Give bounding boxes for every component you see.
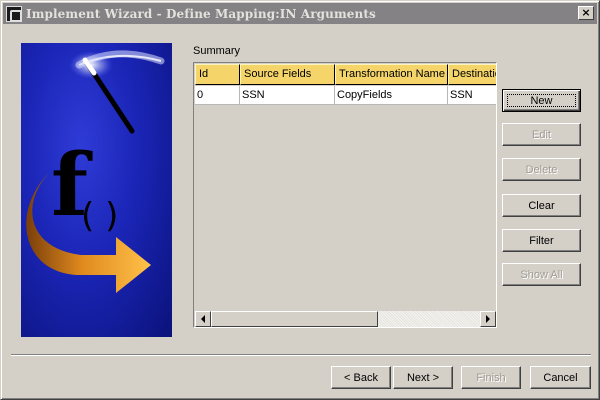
delete-button[interactable]: Delete <box>502 158 581 181</box>
footer-separator <box>11 354 591 356</box>
filter-button[interactable]: Filter <box>502 229 581 252</box>
next-button[interactable]: Next > <box>393 366 453 389</box>
column-header-destination[interactable]: Destination <box>448 64 496 85</box>
column-header-id[interactable]: Id <box>195 64 240 85</box>
scroll-right-button[interactable] <box>480 311 496 327</box>
arrow-right-icon <box>486 315 490 323</box>
clear-button[interactable]: Clear <box>502 194 581 217</box>
finish-button[interactable]: Finish <box>461 366 521 389</box>
new-button[interactable]: New <box>502 89 581 112</box>
wizard-graphic: f ( ) <box>21 43 172 337</box>
window-title: Implement Wizard - Define Mapping:IN Arg… <box>26 6 376 21</box>
horizontal-scrollbar[interactable] <box>195 311 496 327</box>
table-header-row: Id Source Fields Transformation Name Des… <box>195 64 496 85</box>
cell-destination: SSN <box>448 86 496 105</box>
cell-source-fields: SSN <box>240 86 335 105</box>
arrow-left-icon <box>201 315 205 323</box>
cancel-button[interactable]: Cancel <box>530 366 591 389</box>
function-graphic-icon: f ( ) <box>26 50 165 293</box>
title-bar[interactable]: Implement Wizard - Define Mapping:IN Arg… <box>3 3 597 24</box>
scroll-track[interactable] <box>378 311 480 327</box>
scroll-left-button[interactable] <box>195 311 211 327</box>
scroll-thumb[interactable] <box>211 311 378 327</box>
new-button-label: New <box>530 94 553 107</box>
summary-table: Id Source Fields Transformation Name Des… <box>193 62 497 328</box>
back-button[interactable]: < Back <box>331 366 391 389</box>
column-header-source-fields[interactable]: Source Fields <box>240 64 335 85</box>
function-parens: ( ) <box>81 196 118 236</box>
summary-label: Summary <box>193 45 241 57</box>
column-header-transformation-name[interactable]: Transformation Name <box>335 64 448 85</box>
app-icon <box>6 5 22 22</box>
close-button[interactable]: × <box>578 6 594 20</box>
show-all-button[interactable]: Show All <box>502 263 581 286</box>
table-viewport: Id Source Fields Transformation Name Des… <box>195 64 496 311</box>
cell-id: 0 <box>195 86 240 105</box>
table-row[interactable]: 0 SSN CopyFields SSN <box>195 86 496 105</box>
cell-transformation-name: CopyFields <box>335 86 448 105</box>
wizard-window: Implement Wizard - Define Mapping:IN Arg… <box>0 0 600 400</box>
edit-button[interactable]: Edit <box>502 123 581 146</box>
